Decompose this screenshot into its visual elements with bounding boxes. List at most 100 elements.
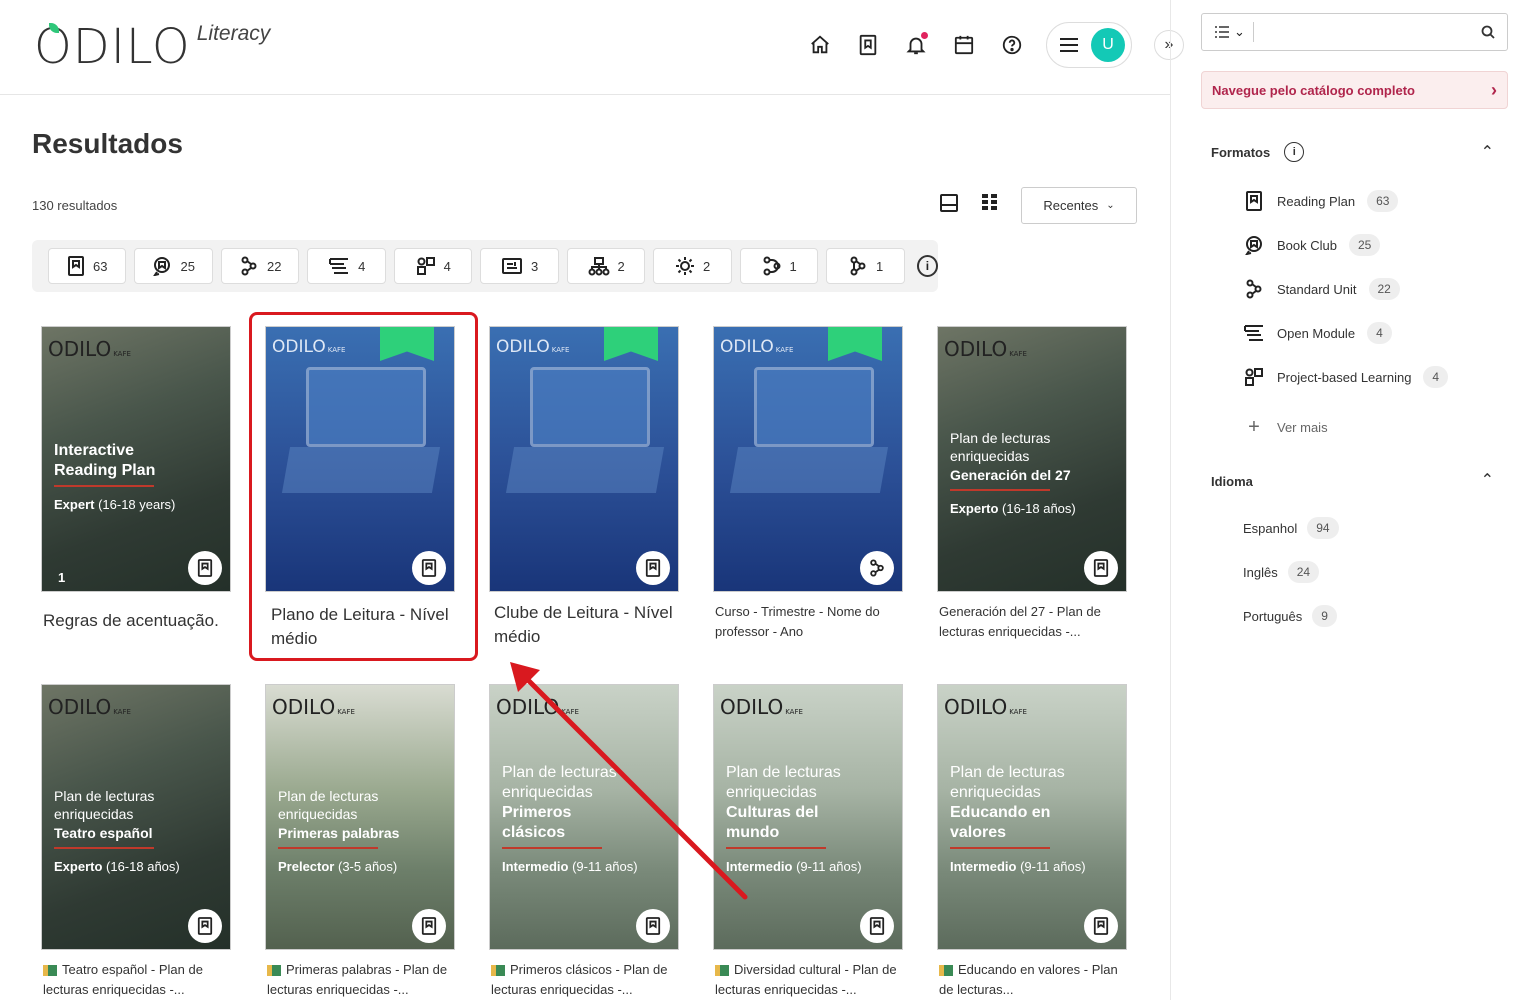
cover-line: Teatro español	[54, 825, 153, 841]
card-cover[interactable]: ODILO KAFE Plan de lecturas enriquecidas …	[937, 684, 1127, 950]
list-view-icon[interactable]	[938, 192, 960, 219]
filter-count-badge: 22	[1368, 278, 1400, 300]
standard-unit-icon	[1243, 279, 1265, 299]
format-filter-reading-plan[interactable]: Reading Plan 63	[1243, 190, 1399, 212]
cover-level: Intermedio (9-11 años)	[726, 857, 896, 877]
card-title[interactable]: Curso - Trimestre - Nome do professor - …	[715, 602, 905, 642]
filter-chip-10[interactable]: 1	[826, 248, 905, 284]
see-more-button[interactable]: + Ver mais	[1243, 416, 1328, 439]
filter-sidebar: ⌄ Navegue pelo catálogo completo › Forma…	[1170, 0, 1540, 1000]
filter-chip-reading-plan[interactable]: 63	[48, 248, 127, 284]
filter-chip-open-module[interactable]: 4	[307, 248, 386, 284]
open-module-icon	[1243, 323, 1265, 343]
language-filter-spanish[interactable]: Espanhol 94	[1243, 517, 1339, 539]
card-cover[interactable]: ODILO KAFE Plan de lecturas enriquecidas …	[265, 684, 455, 950]
cover-brand-text: ODILO	[944, 695, 1008, 719]
laptop-illustration	[530, 367, 650, 447]
highlight-box	[249, 312, 478, 661]
bookmark-icon[interactable]	[854, 28, 882, 62]
cover-line: Plan de lecturas	[54, 788, 155, 804]
odilo-logo[interactable]: ODILO Literacy	[34, 22, 270, 72]
card-title[interactable]: Educando en valores - Plan de lecturas..…	[939, 960, 1129, 1000]
card-cover[interactable]: ODILO KAFE	[489, 326, 679, 592]
format-filter-project-based[interactable]: Project-based Learning 4	[1243, 366, 1449, 388]
user-menu[interactable]: U	[1046, 22, 1132, 68]
language-filter-english[interactable]: Inglês 24	[1243, 561, 1320, 583]
project-based-icon	[416, 257, 435, 275]
header-icons	[806, 28, 1026, 62]
search-mode-dropdown[interactable]: ⌄	[1214, 24, 1245, 40]
filter-chip-8[interactable]: 2	[653, 248, 732, 284]
card-cover[interactable]: ODILO KAFE Plan de lecturas enriquecidas …	[937, 326, 1127, 592]
chevron-up-icon[interactable]: ⌃	[1481, 142, 1494, 162]
chevron-up-icon[interactable]: ⌃	[1481, 470, 1494, 490]
format-icon-6	[502, 258, 523, 274]
search-input[interactable]	[1261, 18, 1473, 46]
formats-section-header[interactable]: Formatos i	[1211, 142, 1305, 162]
filter-chip-book-club[interactable]: 25	[134, 248, 213, 284]
filter-count-badge: 9	[1312, 605, 1337, 627]
grid-view-icon[interactable]	[980, 192, 1000, 219]
cover-brand: ODILO KAFE	[496, 337, 570, 357]
full-catalog-link[interactable]: Navegue pelo catálogo completo ›	[1201, 71, 1508, 109]
book-stack-icon	[491, 965, 505, 977]
keyboard-illustration	[729, 447, 889, 493]
cover-level-bold: Experto	[54, 859, 103, 874]
card-cover[interactable]: ODILO KAFE Plan de lecturas enriquecidas …	[713, 684, 903, 950]
see-more-label: Ver mais	[1277, 420, 1328, 435]
standard-unit-icon	[241, 256, 257, 276]
cover-level-text: (16-18 years)	[94, 497, 176, 512]
cover-brand-text: ODILO	[48, 695, 112, 719]
card-cover[interactable]: ODILO KAFE Interactive Reading Plan Exper…	[41, 326, 231, 592]
cover-line: enriquecidas	[54, 806, 134, 822]
cover-level: Experto (16-18 años)	[54, 857, 224, 877]
search-icon[interactable]	[1481, 25, 1495, 39]
cover-text: Plan de lecturas enriquecidas Culturas d…	[726, 763, 896, 877]
info-icon[interactable]: i	[1284, 142, 1305, 162]
card-cover[interactable]: ODILO KAFE	[713, 326, 903, 592]
results-count: 130 resultados	[32, 198, 118, 213]
format-filter-book-club[interactable]: Book Club 25	[1243, 234, 1381, 256]
reading-plan-icon	[412, 909, 446, 943]
cover-rule	[950, 847, 1050, 849]
filter-chip-project-based[interactable]: 4	[393, 248, 473, 284]
filter-chip-9[interactable]: 1	[739, 248, 819, 284]
language-filter-portuguese[interactable]: Português 9	[1243, 605, 1337, 627]
help-icon[interactable]	[998, 28, 1026, 62]
format-filter-standard-unit[interactable]: Standard Unit 22	[1243, 278, 1400, 300]
card-title[interactable]: Regras de acentuação.	[43, 609, 233, 633]
cover-rule	[278, 847, 378, 849]
card-title[interactable]: Clube de Leitura - Nível médio	[494, 601, 684, 649]
language-section-header[interactable]: Idioma	[1211, 474, 1253, 489]
filter-chip-standard-unit[interactable]: 22	[220, 248, 300, 284]
filter-chip-6[interactable]: 3	[480, 248, 559, 284]
cover-level-bold: Intermedio	[950, 859, 1017, 874]
calendar-icon[interactable]	[950, 28, 978, 62]
card-title[interactable]: Primeras palabras - Plan de lecturas enr…	[267, 960, 457, 1000]
card-title[interactable]: Teatro español - Plan de lecturas enriqu…	[43, 960, 233, 1000]
format-filter-open-module[interactable]: Open Module 4	[1243, 322, 1392, 344]
reading-plan-icon	[188, 551, 222, 585]
filter-count: 4	[358, 258, 366, 274]
sort-dropdown[interactable]: Recentes ⌄	[1021, 187, 1137, 224]
info-icon[interactable]: i	[916, 255, 939, 277]
cover-brand-text: ODILO	[720, 695, 784, 719]
cover-level: Intermedio (9-11 años)	[950, 857, 1120, 877]
card-cover[interactable]: ODILO KAFE Plan de lecturas enriquecidas …	[41, 684, 231, 950]
reading-plan-icon	[636, 909, 670, 943]
bell-icon[interactable]	[902, 28, 930, 62]
cover-brand-text: ODILO	[496, 695, 560, 719]
filter-chip-7[interactable]: 2	[566, 248, 646, 284]
chevron-down-icon: ⌄	[1234, 24, 1245, 39]
filter-label: Open Module	[1277, 325, 1356, 341]
card-title[interactable]: Generación del 27 - Plan de lecturas enr…	[939, 602, 1129, 642]
card-title-text: Educando en valores - Plan de lecturas..…	[939, 962, 1118, 997]
format-filter-bar: 63 25 22 4 4 3 2 2 1 1 i	[32, 240, 939, 292]
card-title[interactable]: Primeros clásicos - Plan de lecturas enr…	[491, 960, 681, 1000]
card-cover[interactable]: ODILO KAFE Plan de lecturas enriquecidas …	[489, 684, 679, 950]
card-title-text: Teatro español - Plan de lecturas enriqu…	[43, 962, 203, 997]
card-title[interactable]: Diversidad cultural - Plan de lecturas e…	[715, 960, 905, 1000]
list-icon	[1215, 26, 1229, 38]
home-icon[interactable]	[806, 28, 834, 62]
format-icon-7	[588, 257, 610, 276]
